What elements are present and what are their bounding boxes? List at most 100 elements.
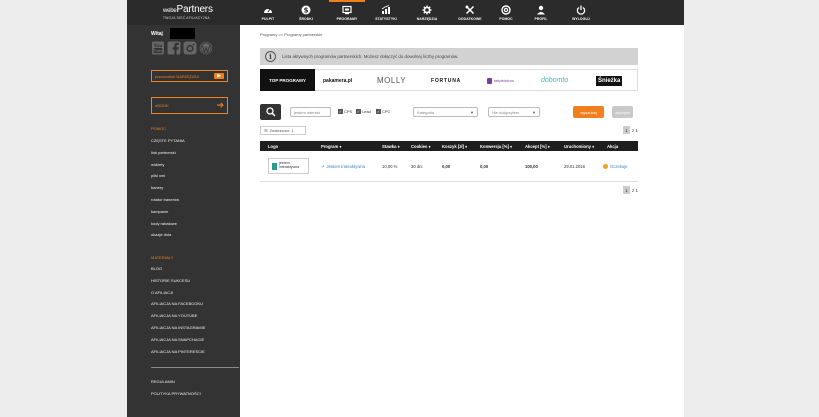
chevron-down-icon: ▼ bbox=[470, 109, 474, 115]
lead-checkbox[interactable]: ✓ Lead bbox=[356, 109, 371, 114]
legal-links: REGULAMIN POLITYKA PRYWATNOŚCI bbox=[151, 376, 201, 400]
pager-top: 1 z 1 bbox=[622, 126, 638, 134]
col-basket[interactable]: Koszyk [zł] ♦ bbox=[442, 144, 467, 149]
program-logo-mark bbox=[272, 162, 277, 170]
sidebar-item-pinterest[interactable]: AFILIACJA NA PINTEREŚCIE bbox=[151, 346, 205, 358]
sidebar-item-daily-deals[interactable]: okazje dnia bbox=[151, 229, 185, 241]
col-conversion[interactable]: Konwersja [%] ♦ bbox=[480, 144, 512, 149]
col-logo: Logo bbox=[268, 143, 279, 149]
program-status[interactable]: Oczekuje bbox=[603, 164, 628, 170]
program-name-input[interactable]: jestem interakt bbox=[290, 107, 331, 117]
search-button[interactable] bbox=[260, 104, 281, 120]
sidebar-item-discount-codes[interactable]: kody rabatowe bbox=[151, 218, 185, 230]
partner-logo-tabyleizdrow-text: tabyleizdrow bbox=[494, 78, 514, 83]
program-status-text: Oczekuje bbox=[610, 164, 628, 169]
partner-logo-pakamera[interactable]: pakamera.pl bbox=[323, 75, 352, 86]
sidebar-divider bbox=[151, 367, 239, 368]
logo-subtitle: TWOJA SIEĆ AFILIACYJNA bbox=[163, 16, 210, 20]
cps-checkbox[interactable]: ✓ CPS bbox=[338, 109, 352, 114]
facebook-icon[interactable] bbox=[167, 41, 181, 55]
clear-button[interactable]: wyczyść bbox=[612, 106, 633, 118]
nav-statystyki[interactable]: STATYSTYKI bbox=[367, 0, 405, 25]
sidebar-item-xml-files[interactable]: pliki xml bbox=[151, 170, 185, 182]
nav-profil[interactable]: PROFIL bbox=[521, 0, 561, 25]
program-logo[interactable]: jestem interaktywna bbox=[268, 158, 309, 174]
guide-tools-label: przewodnik NARZĘDZIA bbox=[155, 73, 200, 79]
instagram-icon[interactable] bbox=[183, 41, 197, 55]
sidebar-item-instagram[interactable]: AFILIACJA NA INSTAGRAMIE bbox=[151, 322, 205, 334]
program-launched: 29.01.2016 bbox=[564, 164, 585, 169]
table-header: Logo Program ♦ Stawka ♦ Cookies ♦ Koszyk… bbox=[260, 141, 638, 151]
nav-wyloguj[interactable]: WYLOGUJ bbox=[561, 0, 601, 25]
nav-pulpit[interactable]: PULPIT bbox=[251, 0, 285, 25]
wordpress-icon[interactable] bbox=[199, 41, 213, 55]
checkbox-checked-icon: ✓ bbox=[376, 109, 381, 114]
nav-srodki[interactable]: $ ŚRODKI bbox=[285, 0, 327, 25]
sidebar-item-success-stories[interactable]: HISTORIE SUKCESU bbox=[151, 275, 205, 287]
help-links: CZĘSTE PYTANIA link partnerski widżety p… bbox=[151, 135, 185, 241]
status-select[interactable]: Nie dołączyłem ▼ bbox=[488, 107, 540, 117]
nav-narzedzia[interactable]: NARZĘDZIA bbox=[405, 0, 449, 25]
page-frame: webePartners TWOJA SIEĆ AFILIACYJNA PULP… bbox=[127, 0, 684, 417]
cpc-checkbox[interactable]: ✓ CPC bbox=[376, 109, 390, 114]
nav-label: POMOC bbox=[499, 17, 513, 21]
nav-label: WYLOGUJ bbox=[572, 17, 590, 21]
sidebar-item-facebook[interactable]: AFILIACJA NA FACEBOOKU bbox=[151, 298, 205, 310]
info-banner: i Lista aktywnych programów partnerskich… bbox=[260, 48, 638, 65]
current-page[interactable]: 1 bbox=[622, 126, 630, 134]
nav-programy[interactable]: PROGRAMY bbox=[327, 0, 367, 25]
partner-logo-dobomto[interactable]: dobomto bbox=[541, 75, 568, 86]
arrow-right-icon: ➔ bbox=[216, 100, 224, 110]
status-value: Nie dołączyłem bbox=[492, 109, 520, 115]
sidebar-item-snapchat[interactable]: AFILIACJA NA SNAPCHACIE bbox=[151, 334, 205, 346]
nav-label: PROGRAMY bbox=[336, 17, 358, 21]
program-rate: 10,00 % bbox=[382, 164, 398, 169]
sidebar-item-campaigns[interactable]: kampanie bbox=[151, 206, 185, 218]
search-submit-button[interactable]: wyszukaj bbox=[573, 106, 604, 118]
sidebar-item-banners[interactable]: banery bbox=[151, 182, 185, 194]
sidebar-item-terms[interactable]: REGULAMIN bbox=[151, 376, 201, 388]
col-program[interactable]: Program ♦ bbox=[321, 144, 342, 149]
money-icon: $ bbox=[301, 5, 311, 15]
chevron-down-icon: ▼ bbox=[532, 109, 536, 115]
ebook-button[interactable]: eBOOK ➔ bbox=[151, 97, 228, 114]
sidebar-item-partner-link[interactable]: link partnerski bbox=[151, 147, 185, 159]
sidebar-item-about-affiliation[interactable]: O AFILIACJI bbox=[151, 287, 205, 299]
extras-icon bbox=[465, 5, 475, 15]
sidebar-item-faq[interactable]: CZĘSTE PYTANIA bbox=[151, 135, 185, 147]
tools-icon bbox=[422, 5, 432, 15]
logo[interactable]: webePartners TWOJA SIEĆ AFILIACYJNA bbox=[163, 4, 213, 21]
youtube-icon[interactable]: YouTube bbox=[151, 41, 165, 55]
checkbox-checked-icon: ✓ bbox=[356, 109, 361, 114]
col-launched[interactable]: Uruchomiony ♦ bbox=[564, 144, 594, 149]
partner-logo-tabyleizdrow[interactable]: tabyleizdrow bbox=[487, 75, 514, 86]
partner-logo-molly[interactable]: MOLLY bbox=[377, 75, 406, 86]
logo-brand: Partners bbox=[176, 4, 213, 15]
col-acceptance[interactable]: Akcept [%] ♦ bbox=[525, 144, 550, 149]
statistics-icon bbox=[381, 5, 390, 14]
sidebar-item-youtube[interactable]: AFILIACJA NA YOUTUBE bbox=[151, 310, 205, 322]
category-select[interactable]: Kategoria ▼ bbox=[413, 107, 478, 117]
sidebar-item-widgets[interactable]: widżety bbox=[151, 159, 185, 171]
guide-tools-button[interactable]: przewodnik NARZĘDZIA ▶ bbox=[151, 70, 228, 82]
nav-pomoc[interactable]: POMOC bbox=[491, 0, 521, 25]
col-rate[interactable]: Stawka ♦ bbox=[382, 144, 400, 149]
nav-label: PULPIT bbox=[261, 17, 275, 21]
partner-logo-sniezka[interactable]: Śnieżka bbox=[596, 76, 623, 86]
current-page[interactable]: 1 bbox=[622, 186, 630, 194]
list-icon: ☰ bbox=[264, 128, 268, 133]
top-programs-bar: TOP PROGRAMY pakamera.pl MOLLY FORTUNA t… bbox=[260, 69, 638, 91]
sidebar-item-banner-rotator[interactable]: rotator banerów bbox=[151, 194, 185, 206]
sidebar: Witaj You Tube przewodnik NARZĘDZIA ▶ eBO… bbox=[127, 25, 240, 417]
nav-dodatkowe[interactable]: DODATKOWE bbox=[449, 0, 491, 25]
category-value: Kategoria bbox=[417, 109, 435, 115]
materials-section-title: MATERIAŁY bbox=[151, 255, 174, 260]
social-links: You Tube bbox=[151, 41, 213, 55]
sidebar-item-privacy[interactable]: POLITYKA PRYWATNOŚCI bbox=[151, 388, 201, 400]
col-cookies[interactable]: Cookies ♦ bbox=[411, 144, 431, 149]
sidebar-item-blog[interactable]: BLOG bbox=[151, 263, 205, 275]
program-basket: 0,00 bbox=[442, 164, 451, 169]
partner-logo-fortuna[interactable]: FORTUNA bbox=[431, 75, 461, 86]
program-link[interactable]: ↗ Jestem Interaktywna bbox=[321, 164, 365, 169]
breadcrumb[interactable]: Programy >> Programy partnerskie bbox=[260, 32, 322, 37]
